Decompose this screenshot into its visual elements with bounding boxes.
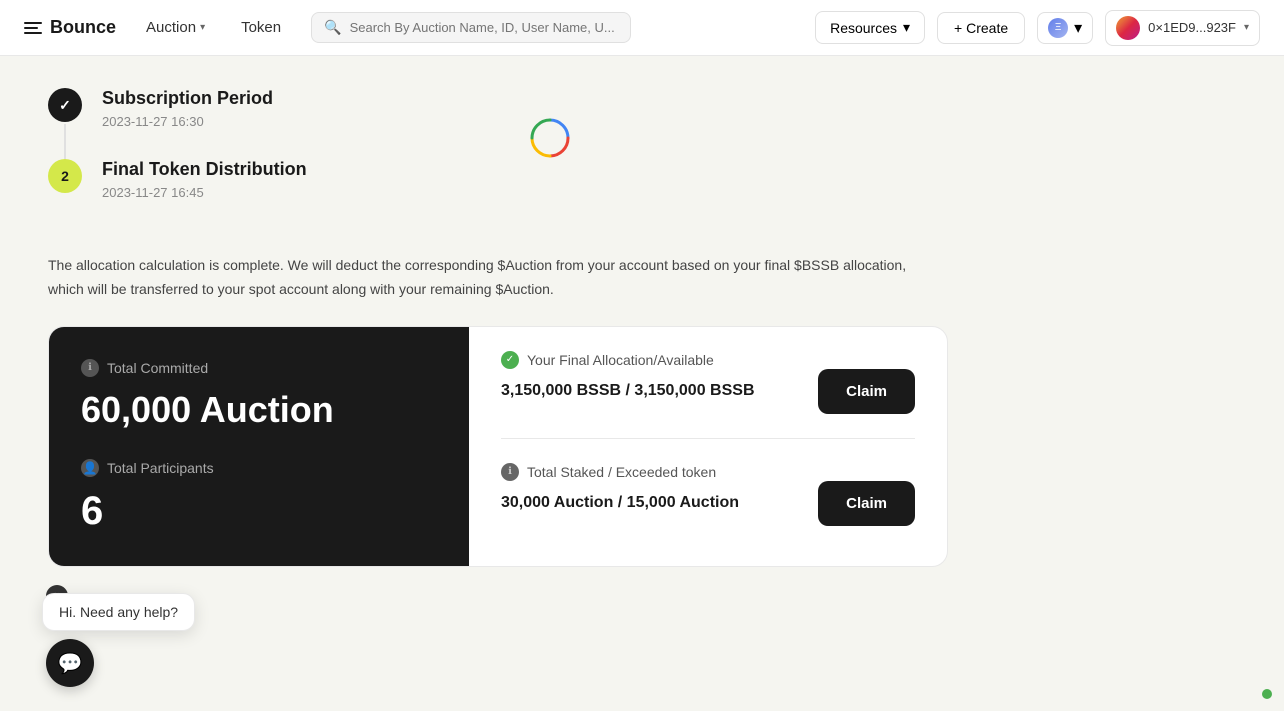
total-committed-value: 60,000 Auction: [81, 389, 437, 431]
total-participants-label: Total Participants: [107, 460, 214, 476]
chat-message: Hi. Need any help?: [59, 604, 178, 620]
timeline-content-1: Subscription Period 2023-11-27 16:30: [102, 88, 273, 131]
chat-toggle-button[interactable]: 💬: [46, 639, 94, 687]
avatar: [1116, 16, 1140, 40]
create-label: + Create: [954, 20, 1008, 36]
final-allocation-row: 3,150,000 BSSB / 3,150,000 BSSB Claim: [501, 369, 915, 414]
search-icon: 🔍: [324, 19, 341, 36]
navbar: Bounce Auction ▾ Token 🔍 Resources ▾ + C…: [0, 0, 1284, 56]
final-allocation-section: ✓ Your Final Allocation/Available 3,150,…: [501, 351, 915, 414]
timeline-bullet-2: 2: [48, 159, 82, 193]
resources-button[interactable]: Resources ▾: [815, 11, 925, 44]
final-allocation-label-area: ✓ Your Final Allocation/Available: [501, 351, 915, 369]
card-right-panel: ✓ Your Final Allocation/Available 3,150,…: [469, 327, 947, 566]
total-staked-info-icon: ℹ: [501, 463, 519, 481]
total-participants-icon: 👤: [81, 459, 99, 477]
total-committed-label-area: ℹ Total Committed: [81, 359, 437, 377]
final-distribution-timestamp: 2023-11-27 16:45: [102, 185, 204, 200]
brand-icon: [24, 22, 42, 34]
eth-chevron-icon: ▾: [1074, 18, 1082, 38]
allocation-description: The allocation calculation is complete. …: [48, 254, 928, 302]
subscription-period-title: Subscription Period: [102, 88, 273, 109]
timeline-item-2: 2 Final Token Distribution 2023-11-27 16…: [48, 159, 1052, 202]
total-committed-label: Total Committed: [107, 360, 208, 376]
card-left-panel: ℹ Total Committed 60,000 Auction 👤 Total…: [49, 327, 469, 566]
search-input[interactable]: [350, 20, 619, 35]
allocation-card: ℹ Total Committed 60,000 Auction 👤 Total…: [48, 326, 948, 567]
total-committed-icon: ℹ: [81, 359, 99, 377]
resources-label: Resources: [830, 20, 897, 36]
timeline-bullet-check: ✓: [48, 88, 82, 122]
wallet-badge[interactable]: 0×1ED9...923F ▾: [1105, 10, 1260, 46]
total-staked-row: 30,000 Auction / 15,000 Auction Claim: [501, 481, 915, 526]
wallet-chevron-icon: ▾: [1244, 22, 1249, 33]
spinner-icon: [530, 118, 570, 158]
subscription-period-timestamp: 2023-11-27 16:30: [102, 114, 204, 129]
final-allocation-check-icon: ✓: [501, 351, 519, 369]
brand-logo[interactable]: Bounce: [24, 17, 116, 38]
total-staked-label: Total Staked / Exceeded token: [527, 464, 716, 480]
token-nav-item[interactable]: Token: [235, 15, 287, 40]
final-distribution-title: Final Token Distribution: [102, 159, 307, 180]
auction-chevron-icon: ▾: [200, 22, 205, 33]
final-allocation-label: Your Final Allocation/Available: [527, 352, 714, 368]
eth-network-badge[interactable]: Ξ ▾: [1037, 12, 1093, 44]
total-participants-value: 6: [81, 489, 437, 534]
search-bar[interactable]: 🔍: [311, 12, 631, 43]
divider: [501, 438, 915, 439]
token-nav-label: Token: [241, 19, 281, 36]
chat-icon: 💬: [58, 651, 83, 676]
timeline-content-2: Final Token Distribution 2023-11-27 16:4…: [102, 159, 307, 202]
chat-bubble: Hi. Need any help?: [42, 593, 195, 631]
total-participants-label-area: 👤 Total Participants: [81, 459, 437, 477]
claim-button-1[interactable]: Claim: [818, 369, 915, 414]
auction-nav-label: Auction: [146, 19, 196, 36]
total-staked-section: ℹ Total Staked / Exceeded token 30,000 A…: [501, 463, 915, 526]
eth-logo-icon: Ξ: [1048, 18, 1068, 38]
wallet-address: 0×1ED9...923F: [1148, 20, 1236, 35]
brand-name: Bounce: [50, 17, 116, 38]
resources-chevron-icon: ▾: [903, 19, 910, 36]
create-button[interactable]: + Create: [937, 12, 1025, 44]
claim-button-2[interactable]: Claim: [818, 481, 915, 526]
total-staked-label-area: ℹ Total Staked / Exceeded token: [501, 463, 915, 481]
nav-right: Resources ▾ + Create Ξ ▾ 0×1ED9...923F ▾: [815, 10, 1260, 46]
status-indicator: [1262, 689, 1272, 699]
loading-spinner-area: [530, 118, 570, 163]
final-allocation-value: 3,150,000 BSSB / 3,150,000 BSSB: [501, 380, 755, 402]
auction-nav-item[interactable]: Auction ▾: [140, 15, 211, 40]
total-staked-value: 30,000 Auction / 15,000 Auction: [501, 492, 739, 514]
